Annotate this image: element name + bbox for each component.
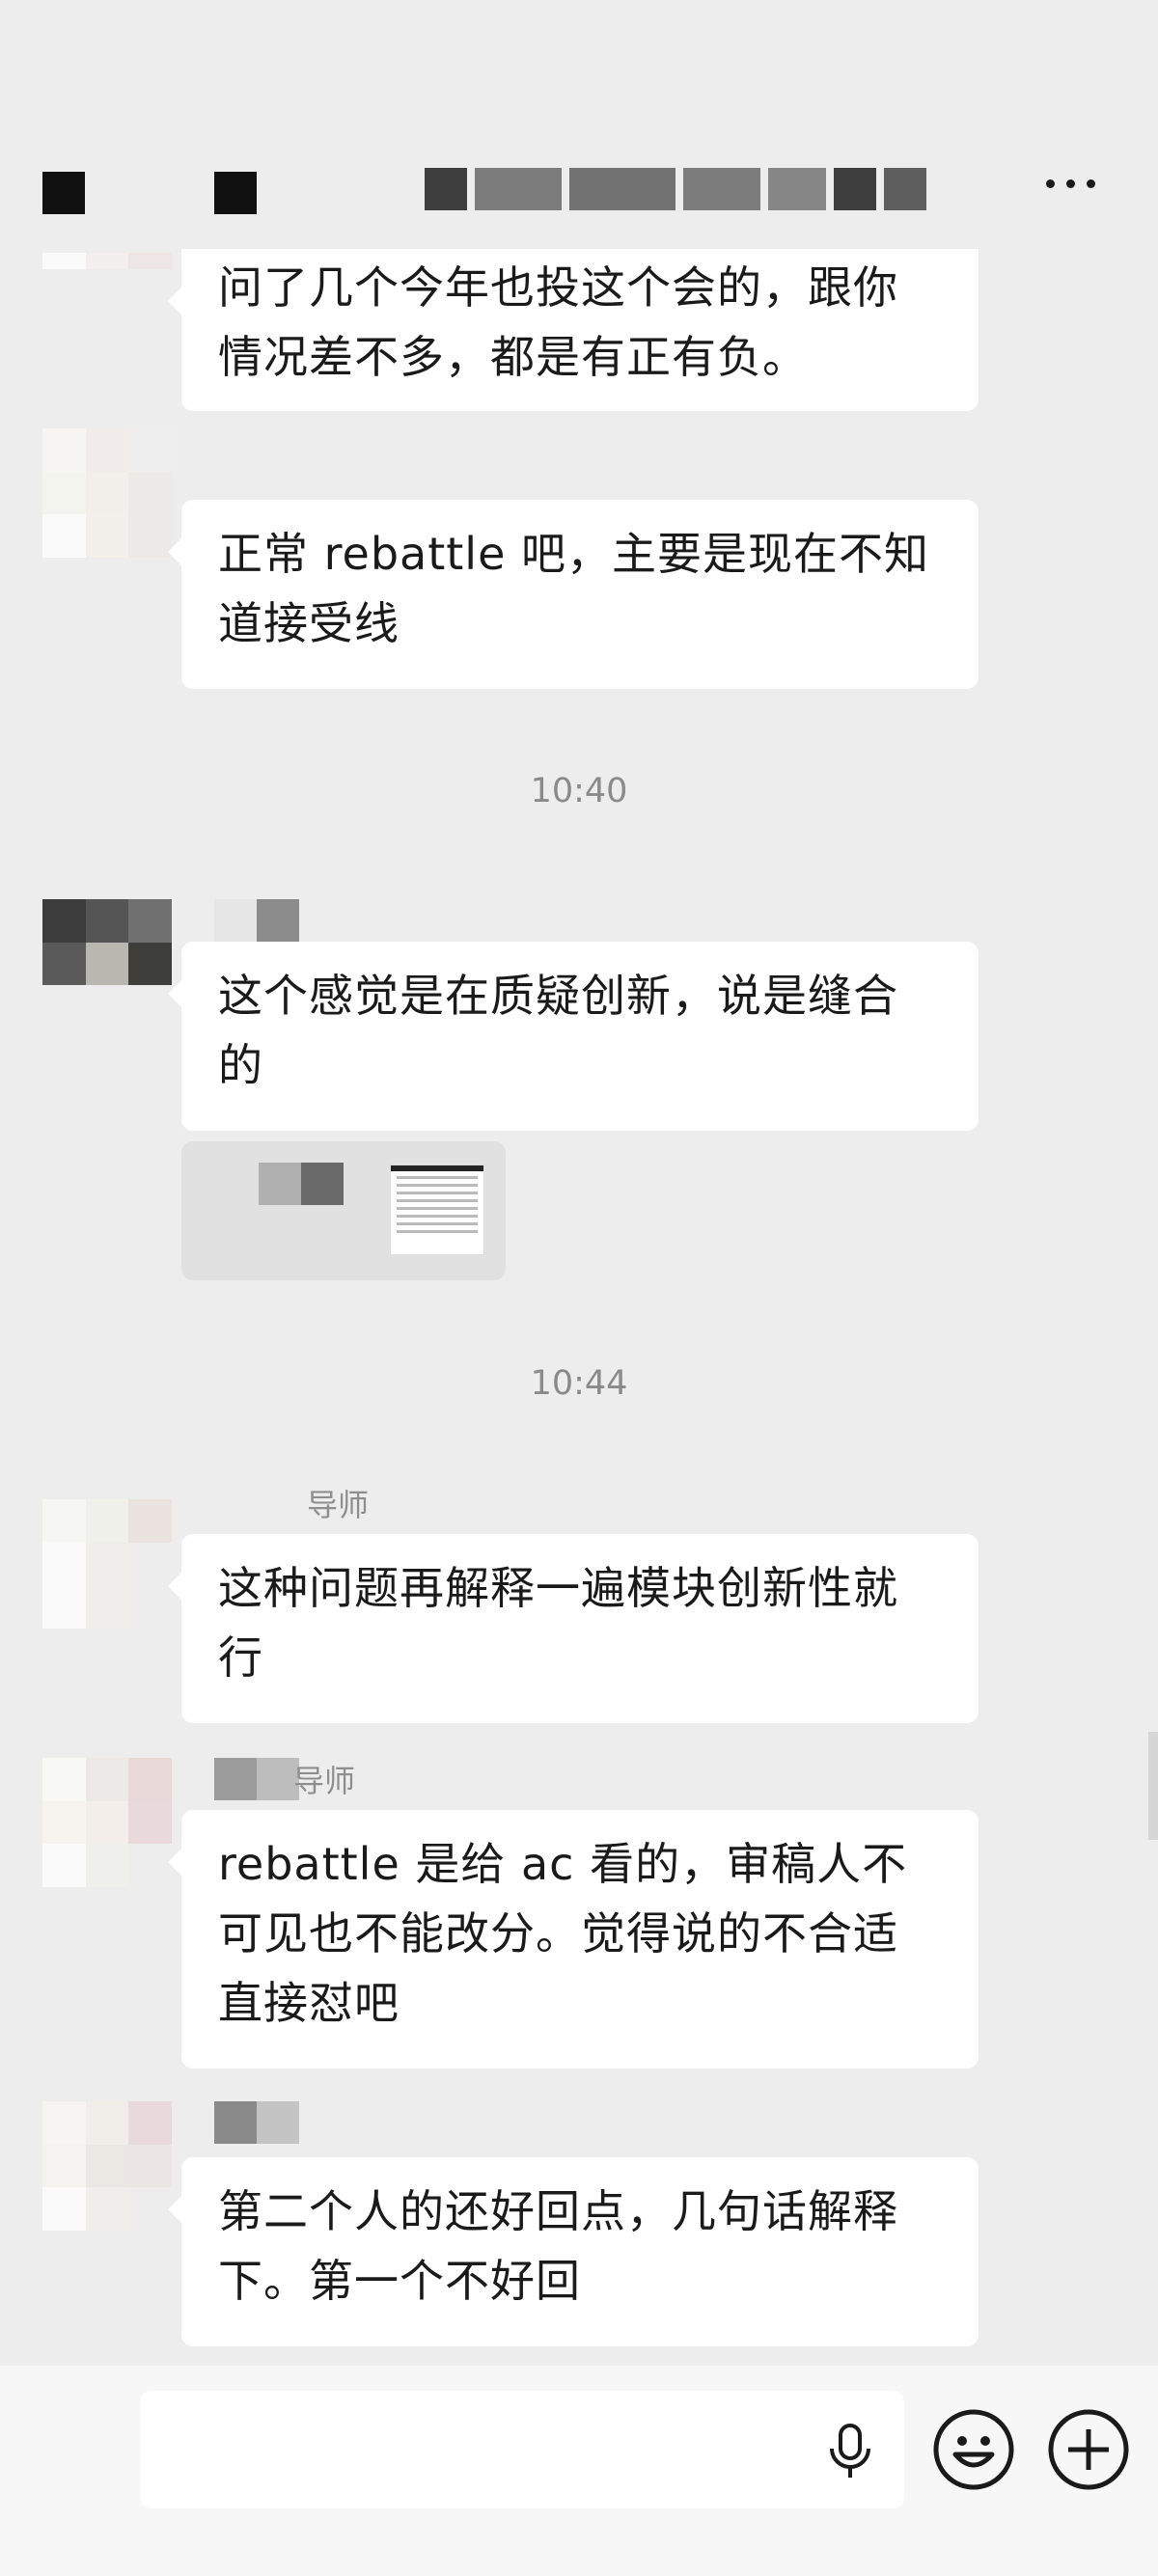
timestamp: 10:40: [530, 772, 628, 810]
sender-name: [214, 2101, 299, 2144]
avatar[interactable]: [42, 899, 172, 1028]
microphone-icon[interactable]: [818, 2420, 882, 2483]
message-text: rebattle 是给 ac 看的，审稿人不可见也不能改分。觉得说的不合适直接怼…: [218, 1838, 908, 2029]
chat-title: [425, 162, 946, 216]
message-text: 正常 rebattle 吧，主要是现在不知道接受线: [218, 528, 929, 649]
back-area[interactable]: [42, 172, 85, 214]
quoted-sender-blur: [259, 1163, 301, 1205]
sender-name: 导师: [214, 1482, 369, 1524]
avatar[interactable]: [42, 1499, 172, 1629]
message-text: 第二个人的还好回点，几句话解释下。第一个不好回: [218, 2185, 898, 2307]
message-bubble[interactable]: rebattle 是给 ac 看的，审稿人不可见也不能改分。觉得说的不合适直接怼…: [168, 1810, 979, 2069]
avatar[interactable]: [42, 253, 172, 301]
quoted-file-card[interactable]: [181, 1141, 506, 1280]
quoted-sender-blur: [301, 1163, 344, 1205]
message-bubble[interactable]: 正常 rebattle 吧，主要是现在不知道接受线: [168, 500, 979, 689]
message-input[interactable]: [140, 2391, 904, 2508]
emoji-icon[interactable]: [930, 2406, 1017, 2493]
timestamp: 10:44: [530, 1364, 628, 1403]
chat-header: [0, 0, 1158, 253]
message-bubble[interactable]: 问了几个今年也投这个会的，跟你情况差不多，都是有正有负。: [168, 249, 979, 411]
more-dots-icon[interactable]: [1046, 164, 1104, 203]
avatar[interactable]: [42, 2101, 172, 2231]
avatar[interactable]: [42, 1758, 172, 1887]
message-bubble[interactable]: 这种问题再解释一遍模块创新性就行: [168, 1534, 979, 1723]
sender-name: 导师: [214, 1758, 355, 1800]
avatar[interactable]: [42, 428, 172, 558]
sender-role: 导师: [307, 1487, 370, 1523]
sender-role: 导师: [293, 1763, 356, 1799]
plus-icon[interactable]: [1045, 2406, 1132, 2493]
message-text: 这个感觉是在质疑创新，说是缝合的: [218, 970, 898, 1091]
message-bubble[interactable]: 第二个人的还好回点，几句话解释下。第一个不好回: [168, 2157, 979, 2346]
message-bubble[interactable]: 这个感觉是在质疑创新，说是缝合的: [168, 942, 979, 1131]
sender-name: [214, 899, 299, 942]
scrollbar[interactable]: [1148, 1732, 1158, 1840]
message-text: 这种问题再解释一遍模块创新性就行: [218, 1562, 898, 1684]
document-thumbnail: [390, 1165, 484, 1255]
header-blurred-block: [214, 172, 257, 214]
message-text: 问了几个今年也投这个会的，跟你情况差不多，都是有正有负。: [218, 261, 898, 383]
